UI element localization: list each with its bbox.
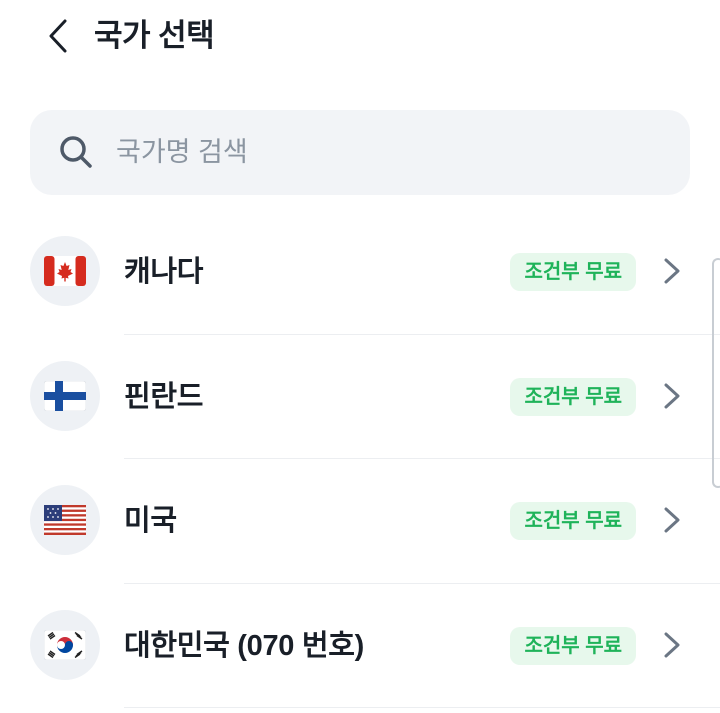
flag-avatar <box>30 485 100 555</box>
country-name: 캐나다 <box>124 256 204 288</box>
status-badge: 조건부 무료 <box>510 502 636 540</box>
country-name: 핀란드 <box>124 380 204 413</box>
chevron-right-icon <box>664 507 680 533</box>
country-item-korea[interactable]: 대한민국 (070 번호) 조건부 무료 <box>0 584 720 708</box>
country-list: 캐나다 조건부 무료 핀란드 조건부 무료 미국 조건부 무료 대한민국 (07… <box>0 210 720 708</box>
top-bar: 국가 선택 <box>0 0 720 76</box>
flag-avatar <box>30 360 100 431</box>
usa-flag-icon <box>44 505 86 535</box>
status-badge: 조건부 무료 <box>510 253 636 291</box>
status-badge: 조건부 무료 <box>510 377 636 416</box>
flag-avatar <box>30 236 100 306</box>
chevron-left-icon <box>49 19 67 53</box>
flag-avatar <box>30 609 100 680</box>
country-name: 대한민국 (070 번호) <box>124 629 364 662</box>
chevron-right-icon <box>664 258 680 284</box>
divider <box>124 707 720 708</box>
country-item-canada[interactable]: 캐나다 조건부 무료 <box>0 210 720 335</box>
country-name: 미국 <box>124 505 177 537</box>
finland-flag-icon <box>44 380 86 411</box>
country-item-usa[interactable]: 미국 조건부 무료 <box>0 459 720 584</box>
scrollbar[interactable] <box>712 258 720 488</box>
country-item-finland[interactable]: 핀란드 조건부 무료 <box>0 335 720 459</box>
chevron-right-icon <box>664 383 680 408</box>
page-title: 국가 선택 <box>94 18 215 53</box>
search-icon <box>60 136 92 168</box>
chevron-right-icon <box>664 632 680 657</box>
korea-flag-icon <box>44 629 86 660</box>
search-input[interactable] <box>116 132 656 172</box>
back-button[interactable] <box>36 14 80 58</box>
status-badge: 조건부 무료 <box>510 626 636 665</box>
canada-flag-icon <box>44 256 86 286</box>
